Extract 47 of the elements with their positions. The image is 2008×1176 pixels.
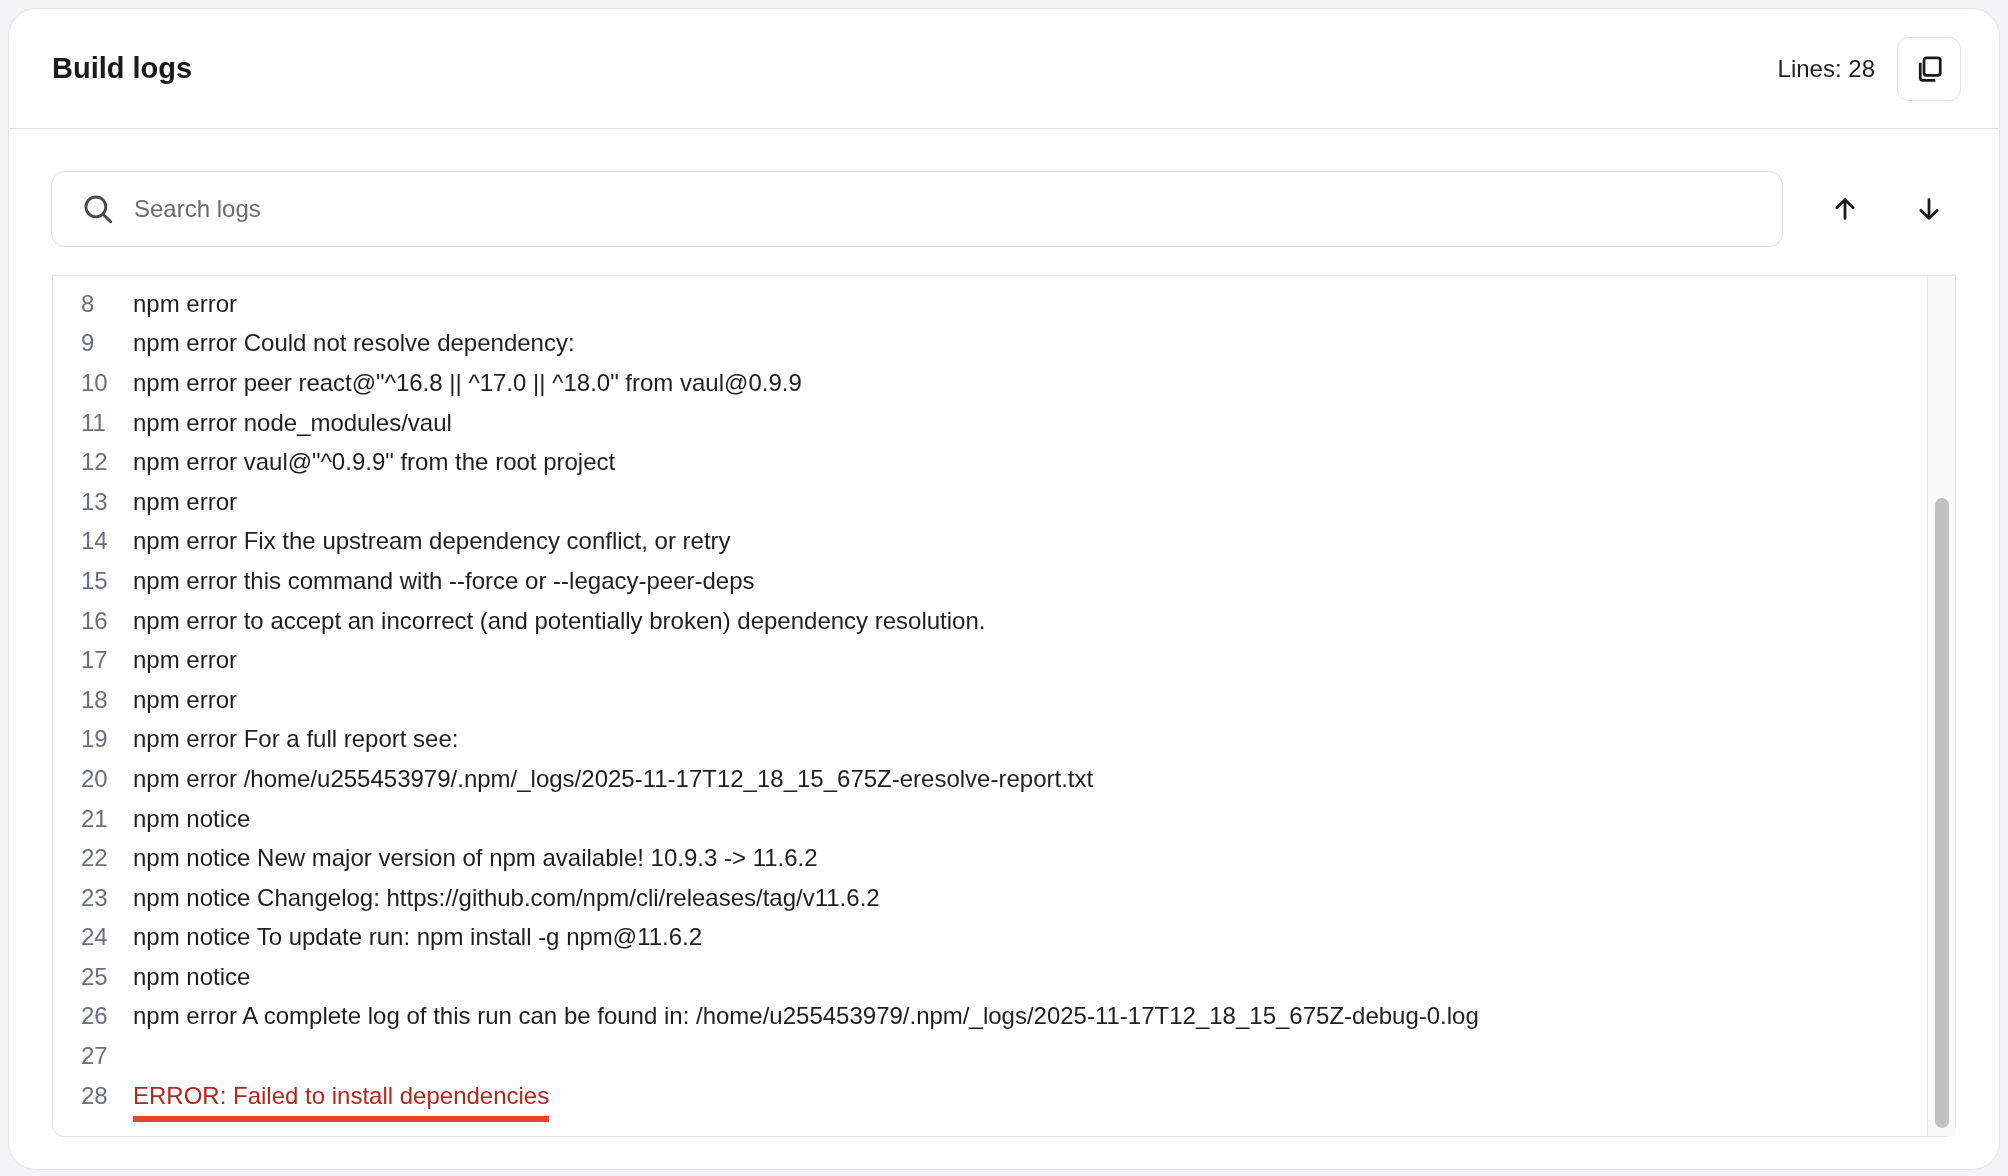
line-number: 12 [81, 447, 109, 478]
line-number: 9 [81, 328, 96, 359]
line-number: 10 [81, 368, 109, 398]
line-number: 28 [81, 1080, 109, 1111]
log-text: npm notice To update run: npm install -g npm@11.6.2 [133, 922, 703, 953]
line-number: 15 [81, 565, 109, 596]
log-text: npm error [133, 684, 238, 715]
line-number: 16 [81, 605, 109, 636]
log-text: npm error [133, 645, 238, 676]
line-number: 13 [81, 486, 109, 517]
copy-button[interactable] [1897, 36, 1961, 101]
log-text: npm error vaul@"^0.9.9" from the root project [133, 447, 616, 478]
line-number: 17 [81, 645, 109, 676]
log-text: npm notice Changelog: https://github.com/npm/cli/releases/tag/v11.6.2 [133, 882, 880, 913]
log-text: npm error [133, 486, 238, 517]
line-number: 8 [81, 288, 96, 319]
log-text: npm error For a full report see: [133, 724, 459, 755]
scrollbar-thumb[interactable] [1934, 498, 1949, 1128]
log-text: npm error this command with --force or --legacy-peer-deps [133, 565, 755, 596]
log-text: npm error node_modules/vaul [133, 407, 452, 438]
line-number: 11 [81, 407, 107, 438]
line-number: 24 [81, 922, 109, 953]
log-text: npm error to accept an incorrect (and potentially broken) dependency resolution. [133, 605, 986, 636]
log-text: npm error Could not resolve dependency: [133, 328, 575, 359]
line-number: 19 [81, 724, 109, 755]
search-field[interactable]: Search logs [51, 171, 1783, 247]
line-number: 20 [81, 763, 109, 794]
line-number: 21 [81, 803, 109, 834]
log-text: npm error /home/u255453979/.npm/_logs/2025-11-17T12_18_15_675Z-eresolve-report.txt [133, 763, 1094, 794]
line-number: 27 [81, 1041, 109, 1072]
log-text: npm notice [133, 961, 251, 992]
log-text: npm error A complete log of this run can be found in: /home/u255453979/.npm/_logs/2025-11-17T12_18_15_675Z-debug-0.log [133, 1001, 1479, 1032]
line-number: 18 [81, 684, 109, 715]
log-text: npm notice [133, 803, 251, 834]
line-number: 25 [81, 961, 109, 992]
line-number: 26 [81, 1001, 109, 1032]
line-number: 22 [81, 843, 109, 874]
log-text: npm error [133, 288, 238, 319]
line-number: 23 [81, 882, 109, 913]
line-number: 14 [81, 526, 109, 557]
log-text: npm notice New major version of npm available! 10.9.3 -> 11.6.2 [133, 843, 818, 874]
line-count: Lines: 28 [1777, 53, 1875, 84]
log-text: npm error peer react@"^16.8 || ^17.0 || ^18.0" from vaul@0.9.9 [133, 368, 802, 398]
scrollbar[interactable] [1927, 276, 1955, 1136]
window-title: Build logs [52, 50, 193, 86]
log-text: ERROR: Failed to install dependencies [133, 1077, 550, 1122]
log-text: npm error Fix the upstream dependency conflict, or retry [133, 526, 731, 557]
